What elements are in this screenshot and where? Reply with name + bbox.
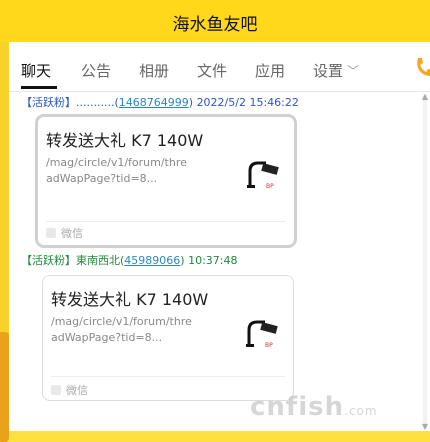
card-title: 转发送大礼 K7 140W bbox=[46, 131, 204, 150]
card-url-line: adWapPage?tid=8... bbox=[46, 172, 158, 185]
active-tab-indicator bbox=[21, 86, 57, 89]
tab-chat[interactable]: 聊天 bbox=[21, 60, 51, 81]
message-time: 2022/5/2 15:46:22 bbox=[196, 96, 299, 109]
share-card[interactable]: 转发送大礼 K7 140W /mag/circle/v1/forum/thre … bbox=[42, 275, 294, 401]
member-tag: 【活跃粉】 bbox=[21, 254, 76, 267]
card-url-line: adWapPage?tid=8... bbox=[51, 331, 163, 344]
card-divider bbox=[51, 376, 285, 377]
background-strip bbox=[0, 42, 9, 442]
sender-name[interactable]: ........... bbox=[76, 96, 114, 109]
wechat-icon bbox=[46, 228, 56, 238]
share-card[interactable]: 转发送大礼 K7 140W /mag/circle/v1/forum/thre … bbox=[35, 114, 297, 248]
message-header: 【活跃粉】...........(1468764999) 2022/5/2 15… bbox=[21, 96, 299, 109]
card-source-label: 微信 bbox=[66, 384, 88, 397]
card-source-label: 微信 bbox=[61, 227, 83, 240]
card-divider bbox=[46, 221, 286, 222]
tab-announcement[interactable]: 公告 bbox=[81, 60, 111, 81]
sender-qq-link[interactable]: 45989066 bbox=[124, 254, 180, 267]
product-thumbnail: BP bbox=[244, 157, 282, 191]
message-header: 【活跃粉】東南西北(45989066) 10:37:48 bbox=[21, 254, 238, 267]
tab-separator bbox=[9, 91, 430, 92]
chat-panel: 聊天 公告 相册 文件 应用 设置 ﹀ 【活跃粉】...........(1468… bbox=[9, 42, 430, 431]
vertical-scrollbar[interactable]: ▲ ▼ bbox=[420, 92, 430, 431]
card-url-line: /mag/circle/v1/forum/thre bbox=[46, 156, 187, 169]
watermark-main: cnfish bbox=[250, 392, 345, 422]
card-title: 转发送大礼 K7 140W bbox=[51, 290, 209, 309]
wechat-icon bbox=[51, 385, 61, 395]
tab-album[interactable]: 相册 bbox=[139, 60, 169, 81]
tab-files[interactable]: 文件 bbox=[197, 60, 227, 81]
watermark-suffix: .com bbox=[344, 404, 378, 418]
card-source: 微信 bbox=[51, 382, 88, 398]
window-title: 海水鱼友吧 bbox=[172, 15, 258, 35]
svg-text:BP: BP bbox=[265, 342, 273, 349]
tab-bar: 聊天 公告 相册 文件 应用 设置 ﹀ bbox=[9, 42, 430, 92]
svg-text:BP: BP bbox=[266, 183, 274, 190]
sender-name[interactable]: 東南西北 bbox=[76, 254, 120, 267]
card-url: /mag/circle/v1/forum/thre adWapPage?tid=… bbox=[46, 155, 206, 187]
title-bar: 海水鱼友吧 bbox=[0, 0, 430, 42]
sender-qq-link[interactable]: 1468764999 bbox=[119, 96, 189, 109]
tab-settings-label: 设置 bbox=[313, 62, 344, 80]
card-url-line: /mag/circle/v1/forum/thre bbox=[51, 315, 192, 328]
phone-icon[interactable] bbox=[414, 56, 430, 78]
card-url: /mag/circle/v1/forum/thre adWapPage?tid=… bbox=[51, 314, 211, 346]
background-image-fragment bbox=[0, 332, 9, 442]
scroll-up-arrow-icon[interactable]: ▲ bbox=[420, 92, 430, 101]
scroll-down-arrow-icon[interactable]: ▼ bbox=[420, 422, 430, 431]
message-time: 10:37:48 bbox=[188, 254, 238, 267]
tab-apps[interactable]: 应用 bbox=[255, 60, 285, 81]
site-watermark: cnfish.com bbox=[250, 392, 378, 422]
member-tag: 【活跃粉】 bbox=[21, 96, 76, 109]
product-thumbnail: BP bbox=[243, 316, 281, 350]
card-source: 微信 bbox=[46, 225, 83, 241]
scrollbar-track[interactable] bbox=[423, 94, 427, 429]
tab-settings[interactable]: 设置 ﹀ bbox=[313, 60, 359, 81]
chevron-down-icon: ﹀ bbox=[347, 64, 360, 78]
